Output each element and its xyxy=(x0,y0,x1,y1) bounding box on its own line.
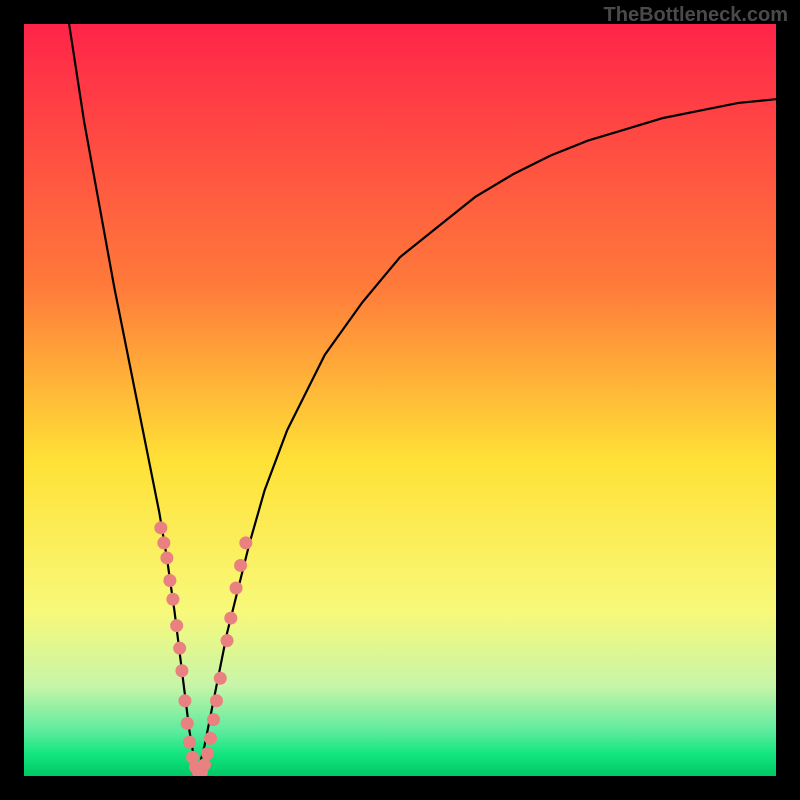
data-marker xyxy=(198,758,211,771)
data-marker xyxy=(210,694,223,707)
data-marker xyxy=(230,582,243,595)
data-marker xyxy=(234,559,247,572)
data-marker xyxy=(214,672,227,685)
data-marker xyxy=(224,612,237,625)
data-marker xyxy=(207,713,220,726)
data-marker xyxy=(173,642,186,655)
data-marker xyxy=(160,551,173,564)
data-marker xyxy=(166,593,179,606)
bottleneck-chart xyxy=(24,24,776,776)
data-marker xyxy=(183,736,196,749)
data-marker xyxy=(154,521,167,534)
data-marker xyxy=(170,619,183,632)
data-marker xyxy=(178,694,191,707)
watermark-text: TheBottleneck.com xyxy=(604,4,788,27)
data-marker xyxy=(157,536,170,549)
data-marker xyxy=(181,717,194,730)
data-marker xyxy=(239,536,252,549)
chart-svg xyxy=(24,24,776,776)
data-marker xyxy=(175,664,188,677)
data-marker xyxy=(204,732,217,745)
data-marker xyxy=(221,634,234,647)
data-marker xyxy=(201,747,214,760)
data-marker xyxy=(163,574,176,587)
